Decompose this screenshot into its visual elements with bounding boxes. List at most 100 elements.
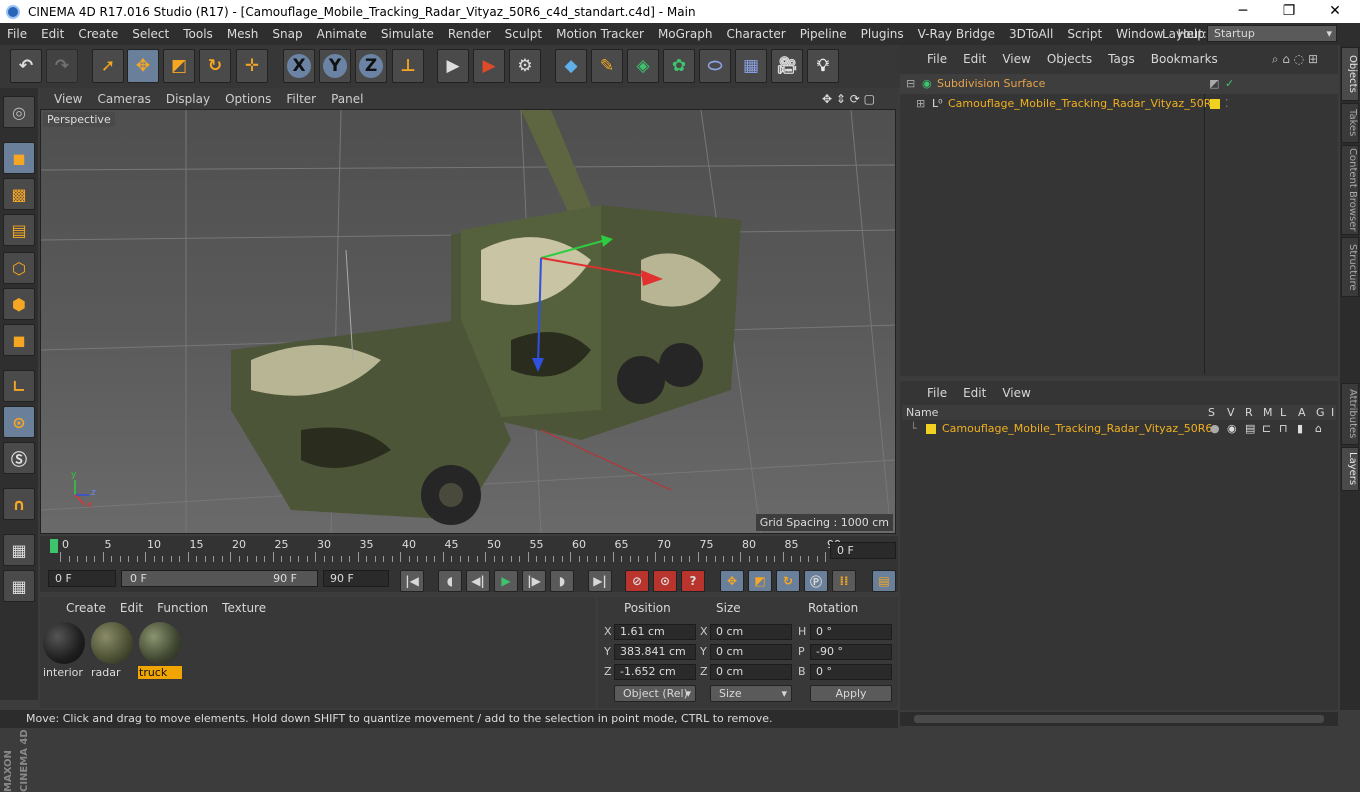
object-row-camouflage[interactable]: ⊞ L⁰ Camouflage_Mobile_Tracking_Radar_Vi… bbox=[900, 94, 1338, 114]
layer-row[interactable]: └ Camouflage_Mobile_Tracking_Radar_Vitya… bbox=[900, 419, 1338, 439]
next-key-button[interactable]: ◗ bbox=[550, 570, 574, 592]
workplane-align-button[interactable]: ▦ bbox=[3, 570, 35, 602]
solo-mode-button[interactable]: Ⓢ bbox=[3, 442, 35, 474]
menu-create[interactable]: Create bbox=[71, 27, 125, 41]
lock-icon[interactable]: ⊓ bbox=[1279, 419, 1288, 439]
scrollbar-thumb[interactable] bbox=[914, 715, 1324, 723]
add-spline-button[interactable]: ✎ bbox=[591, 49, 623, 83]
layer-color-tag[interactable] bbox=[1210, 99, 1220, 109]
edge-mode-button[interactable]: ⬢ bbox=[3, 288, 35, 320]
add-subdivision-button[interactable]: ◈ bbox=[627, 49, 659, 83]
object-menu-view[interactable]: View bbox=[1002, 52, 1030, 66]
y-axis-lock-button[interactable]: Y bbox=[319, 49, 351, 83]
menu-edit[interactable]: Edit bbox=[34, 27, 71, 41]
render-settings-button[interactable]: ⚙ bbox=[509, 49, 541, 83]
menu-sculpt[interactable]: Sculpt bbox=[498, 27, 549, 41]
horizontal-scrollbar[interactable] bbox=[900, 712, 1338, 726]
size-z-field[interactable]: 0 cm bbox=[710, 664, 792, 680]
z-axis-lock-button[interactable]: Z bbox=[355, 49, 387, 83]
visibility-toggle[interactable]: ◩ bbox=[1209, 74, 1219, 94]
axis-mode-button[interactable]: ∟ bbox=[3, 370, 35, 402]
go-to-end-button[interactable]: ▶| bbox=[588, 570, 612, 592]
viewport-menu-view[interactable]: View bbox=[54, 92, 82, 106]
prev-key-button[interactable]: ◖ bbox=[438, 570, 462, 592]
workplane-mode-button[interactable]: ▤ bbox=[3, 214, 35, 246]
add-mograph-button[interactable]: ✿ bbox=[663, 49, 695, 83]
menu-snap[interactable]: Snap bbox=[265, 27, 309, 41]
viewport-menu-cameras[interactable]: Cameras bbox=[97, 92, 150, 106]
menu-motion-tracker[interactable]: Motion Tracker bbox=[549, 27, 651, 41]
generator-icon[interactable]: ⌂ bbox=[1315, 419, 1322, 439]
menu-3dtoall[interactable]: 3DToAll bbox=[1002, 27, 1060, 41]
object-row-subdivision[interactable]: ⊟ ◉ Subdivision Surface ◩ ✓ bbox=[900, 74, 1338, 94]
material-swatch-radar[interactable]: radar bbox=[90, 622, 134, 679]
pos-x-field[interactable]: 1.61 cm bbox=[614, 624, 696, 640]
tweak-mode-button[interactable]: ⊙ bbox=[3, 406, 35, 438]
tab-attributes[interactable]: Attributes bbox=[1341, 383, 1359, 445]
autokey-button[interactable]: ⊙ bbox=[653, 570, 677, 592]
start-frame-field[interactable]: 0 F bbox=[48, 570, 116, 587]
pos-z-field[interactable]: -1.652 cm bbox=[614, 664, 696, 680]
material-menu-function[interactable]: Function bbox=[157, 601, 208, 615]
rot-b-field[interactable]: 0 ° bbox=[810, 664, 892, 680]
menu-mesh[interactable]: Mesh bbox=[220, 27, 266, 41]
undo-button[interactable]: ↶ bbox=[10, 49, 42, 83]
timeline-ruler[interactable]: 051015202530354045505560657075808590 0 F bbox=[40, 536, 898, 566]
object-toolbar-icons[interactable]: ⌕ ⌂ ◌ ⊞ bbox=[1272, 52, 1318, 67]
key-rotation-button[interactable]: ↻ bbox=[776, 570, 800, 592]
scale-tool-button[interactable]: ◩ bbox=[163, 49, 195, 83]
point-mode-button[interactable]: ⬡ bbox=[3, 252, 35, 284]
x-axis-lock-button[interactable]: X bbox=[283, 49, 315, 83]
menu-select[interactable]: Select bbox=[125, 27, 176, 41]
animation-icon[interactable]: ▮ bbox=[1297, 419, 1303, 439]
timeline-window-button[interactable]: ▤ bbox=[872, 570, 896, 592]
viewport-nav-icons[interactable]: ✥ ⇕ ⟳ ▢ bbox=[822, 92, 875, 106]
material-swatch-interior[interactable]: interior bbox=[42, 622, 86, 679]
key-parameter-button[interactable]: Ⓟ bbox=[804, 570, 828, 592]
layout-dropdown[interactable]: Startup ▾ bbox=[1207, 25, 1337, 42]
rotate-tool-button[interactable]: ↻ bbox=[199, 49, 231, 83]
snap-button[interactable]: ∩ bbox=[3, 488, 35, 520]
layer-color-swatch[interactable] bbox=[926, 424, 936, 434]
record-button[interactable]: ⊘ bbox=[625, 570, 649, 592]
workplane-lock-button[interactable]: ▦ bbox=[3, 534, 35, 566]
rot-p-field[interactable]: -90 ° bbox=[810, 644, 892, 660]
object-menu-bookmarks[interactable]: Bookmarks bbox=[1151, 52, 1218, 66]
rot-h-field[interactable]: 0 ° bbox=[810, 624, 892, 640]
go-to-start-button[interactable]: |◀ bbox=[400, 570, 424, 592]
size-mode-dropdown[interactable]: Size ▾ bbox=[710, 685, 792, 702]
current-frame-field[interactable]: 0 F bbox=[830, 542, 896, 559]
object-menu-file[interactable]: File bbox=[927, 52, 947, 66]
move-tool-button[interactable]: ✥ bbox=[127, 49, 159, 83]
play-button[interactable]: ▶ bbox=[494, 570, 518, 592]
coordinate-mode-dropdown[interactable]: Object (Rel) ▾ bbox=[614, 685, 696, 702]
render-view-button[interactable]: ▶ bbox=[437, 49, 469, 83]
add-cube-button[interactable]: ◆ bbox=[555, 49, 587, 83]
tab-takes[interactable]: Takes bbox=[1341, 103, 1359, 143]
object-menu-edit[interactable]: Edit bbox=[963, 52, 986, 66]
eye-icon[interactable]: ◉ bbox=[1227, 419, 1237, 439]
menu-file[interactable]: File bbox=[0, 27, 34, 41]
prev-frame-button[interactable]: ◀| bbox=[466, 570, 490, 592]
menu-character[interactable]: Character bbox=[719, 27, 792, 41]
close-button[interactable]: ✕ bbox=[1312, 0, 1358, 23]
object-menu-objects[interactable]: Objects bbox=[1047, 52, 1092, 66]
add-deformer-button[interactable]: ⬭ bbox=[699, 49, 731, 83]
viewport-menu-options[interactable]: Options bbox=[225, 92, 271, 106]
object-menu-tags[interactable]: Tags bbox=[1108, 52, 1135, 66]
maximize-button[interactable]: ❐ bbox=[1266, 0, 1312, 23]
viewport-menu-display[interactable]: Display bbox=[166, 92, 210, 106]
pos-y-field[interactable]: 383.841 cm bbox=[614, 644, 696, 660]
polygon-mode-button[interactable]: ◼ bbox=[3, 324, 35, 356]
material-menu-create[interactable]: Create bbox=[66, 601, 106, 615]
model-mode-button[interactable]: ◼ bbox=[3, 142, 35, 174]
texture-mode-button[interactable]: ▩ bbox=[3, 178, 35, 210]
key-position-button[interactable]: ✥ bbox=[720, 570, 744, 592]
menu-mograph[interactable]: MoGraph bbox=[651, 27, 720, 41]
menu-tools[interactable]: Tools bbox=[176, 27, 220, 41]
material-swatch-truck[interactable]: truck bbox=[138, 622, 182, 679]
dots-icon[interactable]: ⁚ bbox=[1225, 94, 1229, 114]
solo-dot-icon[interactable]: ● bbox=[1210, 419, 1220, 439]
size-y-field[interactable]: 0 cm bbox=[710, 644, 792, 660]
check-icon[interactable]: ✓ bbox=[1225, 74, 1234, 94]
